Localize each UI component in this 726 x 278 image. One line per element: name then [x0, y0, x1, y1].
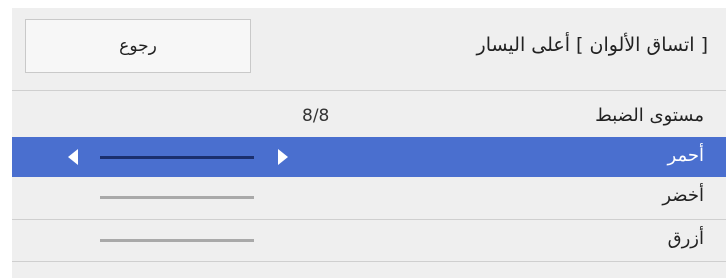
- color-uniformity-panel: رجوع [ اتساق الألوان ] أعلى اليسار مستوى…: [12, 8, 726, 278]
- panel-header: رجوع [ اتساق الألوان ] أعلى اليسار: [12, 8, 726, 90]
- adjustment-level-value: 8/8: [302, 106, 330, 126]
- row-red[interactable]: أحمر: [12, 137, 726, 177]
- blue-slider[interactable]: [68, 220, 294, 260]
- green-slider[interactable]: [68, 177, 294, 217]
- right-arrow-icon[interactable]: [278, 149, 288, 165]
- red-slider[interactable]: [68, 137, 294, 177]
- page-title: [ اتساق الألوان ] أعلى اليسار: [476, 34, 708, 56]
- row-adjustment-level[interactable]: مستوى الضبط 8/8: [12, 97, 726, 137]
- green-slider-track: [100, 196, 254, 199]
- row-green[interactable]: أخضر: [12, 177, 726, 217]
- red-label: أحمر: [667, 145, 704, 166]
- blue-label: أزرق: [667, 228, 704, 249]
- header-divider: [12, 90, 726, 91]
- green-label: أخضر: [662, 185, 704, 206]
- back-button[interactable]: رجوع: [25, 19, 251, 73]
- left-arrow-icon[interactable]: [68, 149, 78, 165]
- row-blue[interactable]: أزرق: [12, 220, 726, 260]
- red-slider-track: [100, 156, 254, 159]
- adjustment-level-label: مستوى الضبط: [595, 105, 704, 126]
- blue-slider-track: [100, 239, 254, 242]
- bottom-strip: [12, 262, 726, 278]
